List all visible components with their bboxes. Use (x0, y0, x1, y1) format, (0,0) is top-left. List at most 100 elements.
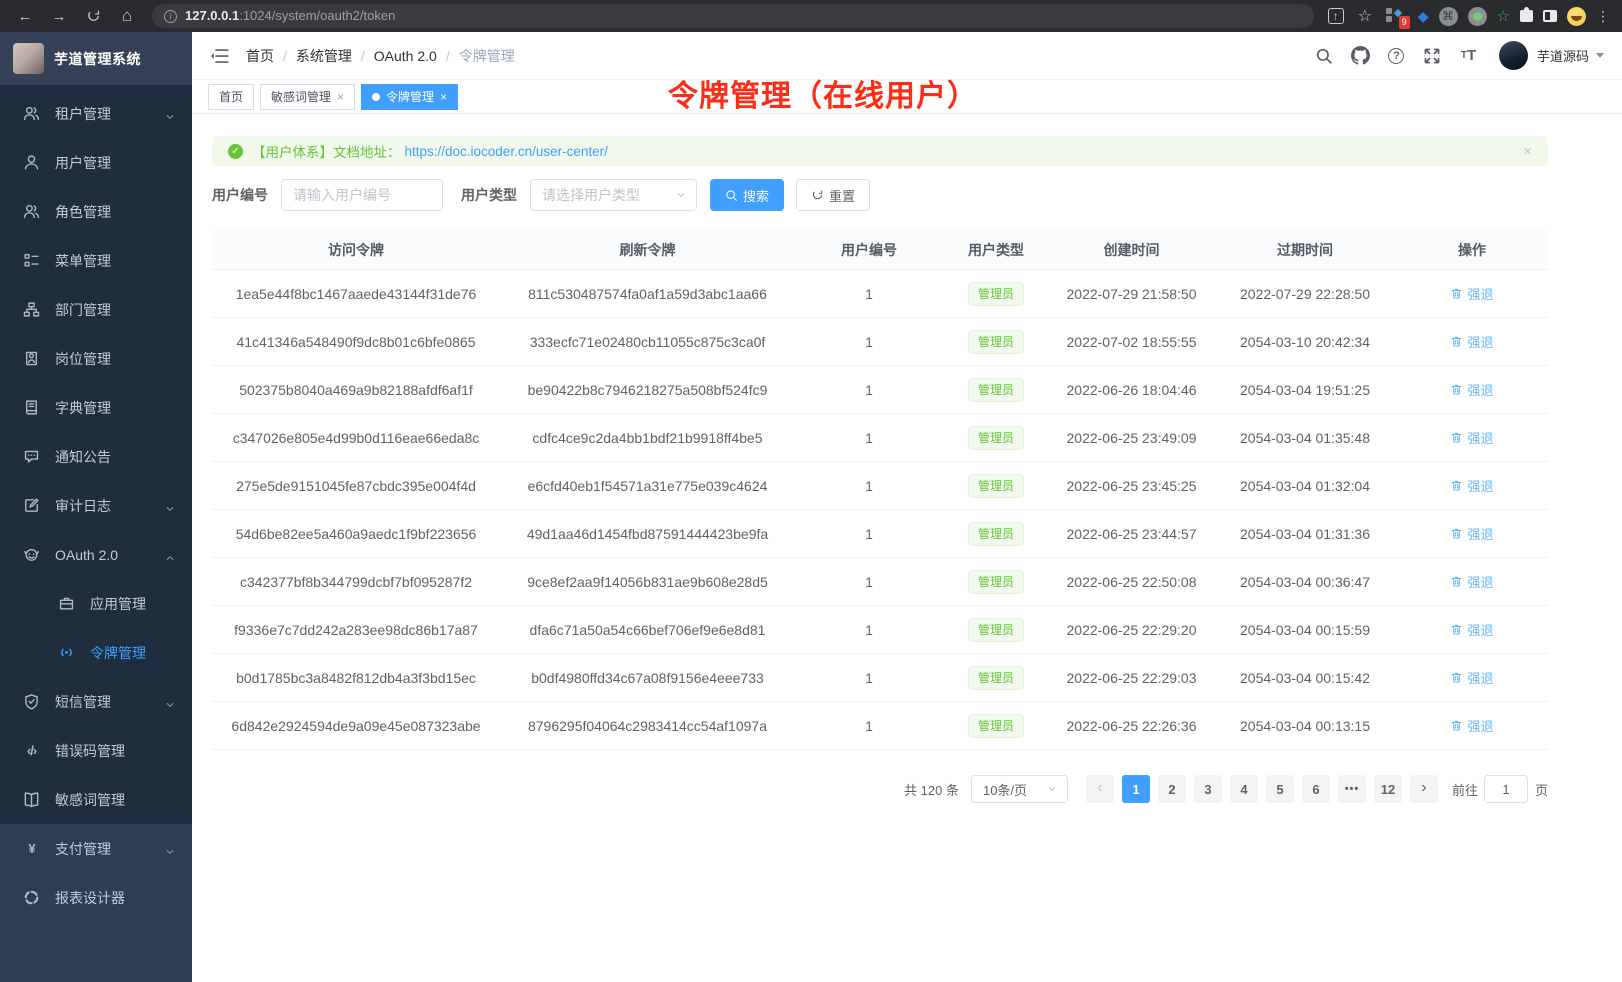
next-page-button[interactable]: › (1410, 775, 1438, 803)
expire-time-cell: 2054-03-04 19:51:25 (1214, 382, 1396, 398)
tab-敏感词管理[interactable]: 敏感词管理× (260, 84, 355, 110)
page-ellipsis[interactable]: ••• (1338, 775, 1366, 803)
sidebar-item-pay[interactable]: ¥支付管理 (0, 824, 192, 873)
profile-avatar-icon[interactable] (1567, 7, 1586, 26)
reset-refresh-icon (811, 189, 824, 202)
fullscreen-icon[interactable] (1423, 46, 1442, 65)
tab-close-icon[interactable]: × (440, 91, 447, 103)
force-logout-button[interactable]: 强退 (1450, 380, 1493, 399)
sidebar-item-post[interactable]: 岗位管理 (0, 334, 192, 383)
force-logout-button[interactable]: 强退 (1450, 668, 1493, 687)
search-button[interactable]: 搜索 (710, 179, 784, 211)
star-extension-icon[interactable]: ☆ (1497, 7, 1510, 25)
table-row: 1ea5e44f8bc1467aaede43144f31de76811c5304… (212, 270, 1548, 318)
sidebar-item-user[interactable]: 用户管理 (0, 138, 192, 187)
alert-close-icon[interactable]: × (1523, 143, 1532, 160)
tab-令牌管理[interactable]: 令牌管理× (361, 84, 458, 110)
user-id-input[interactable] (281, 179, 443, 211)
browser-home-button[interactable]: ⌂ (112, 3, 142, 29)
user-avatar[interactable] (1499, 41, 1528, 70)
annotation-text: 令牌管理（在线用户） (668, 71, 978, 115)
user-menu-caret-icon[interactable] (1596, 53, 1604, 62)
browser-reload-button[interactable] (78, 3, 108, 29)
font-size-icon[interactable]: TT (1459, 46, 1478, 65)
sidebar-item-tenant[interactable]: 租户管理 (0, 89, 192, 138)
sidebar-item-menu[interactable]: 菜单管理 (0, 236, 192, 285)
breadcrumb-item[interactable]: 首页 (246, 46, 274, 66)
page-size-select[interactable]: 10条/页 (971, 775, 1068, 803)
tab-close-icon[interactable]: × (337, 91, 344, 103)
force-logout-button[interactable]: 强退 (1450, 476, 1493, 495)
app-title: 芋道管理系统 (54, 49, 141, 69)
sidebar-item-role[interactable]: 角色管理 (0, 187, 192, 236)
github-icon[interactable] (1351, 46, 1370, 65)
force-logout-button[interactable]: 强退 (1450, 572, 1493, 591)
recorder-extension-icon[interactable] (1468, 7, 1487, 26)
column-header: 访问令牌 (212, 240, 500, 260)
page-button-6[interactable]: 6 (1302, 775, 1330, 803)
sidebar-item-sensitive-word[interactable]: 敏感词管理 (0, 775, 192, 824)
side-panel-icon[interactable] (1543, 10, 1557, 22)
doc-link[interactable]: https://doc.iocoder.cn/user-center/ (405, 144, 608, 159)
page-button-5[interactable]: 5 (1266, 775, 1294, 803)
sidebar-item-sms[interactable]: 短信管理 (0, 677, 192, 726)
sidebar-item-oauth2-token[interactable]: 令牌管理 (0, 628, 192, 677)
user-type-badge: 管理员 (968, 282, 1024, 306)
prev-page-button[interactable]: ‹ (1086, 775, 1114, 803)
page-button-1[interactable]: 1 (1122, 775, 1150, 803)
search-icon[interactable] (1315, 46, 1334, 65)
command-extension-icon[interactable]: ⌘ (1439, 7, 1458, 26)
browser-url-bar[interactable]: i 127.0.0.1:1024/system/oauth2/token (152, 4, 1314, 28)
extensions-puzzle-icon[interactable] (1520, 10, 1533, 22)
sidebar-item-audit-log[interactable]: 审计日志 (0, 481, 192, 530)
tab-label: 首页 (219, 88, 243, 105)
sidebar-item-oauth2[interactable]: OAuth 2.0 (0, 530, 192, 579)
help-icon[interactable]: ? (1387, 46, 1406, 65)
dict-icon (23, 399, 40, 416)
force-logout-button[interactable]: 强退 (1450, 428, 1493, 447)
sidebar-item-label: OAuth 2.0 (55, 547, 164, 563)
page-button-3[interactable]: 3 (1194, 775, 1222, 803)
force-logout-button[interactable]: 强退 (1450, 332, 1493, 351)
audit-icon (23, 497, 40, 514)
browser-back-button[interactable]: ← (10, 3, 40, 29)
bookmark-star-icon[interactable]: ☆ (1354, 3, 1376, 29)
action-cell: 强退 (1396, 524, 1548, 543)
refresh-token-cell: 811c530487574fa0af1a59d3abc1aa66 (500, 286, 795, 302)
force-logout-button[interactable]: 强退 (1450, 620, 1493, 639)
extension-badge-icon[interactable]: ◆9 (1386, 6, 1408, 26)
sidebar-item-notice[interactable]: 通知公告 (0, 432, 192, 481)
sidebar-collapse-button[interactable] (210, 46, 230, 66)
page-button-4[interactable]: 4 (1230, 775, 1258, 803)
breadcrumb-item: 令牌管理 (459, 46, 515, 66)
breadcrumb-item[interactable]: 系统管理 (296, 46, 352, 66)
sidebar-item-error-code[interactable]: ‹/›错误码管理 (0, 726, 192, 775)
sidebar-item-label: 字典管理 (55, 398, 176, 418)
breadcrumb-item[interactable]: OAuth 2.0 (374, 48, 437, 64)
page-button-2[interactable]: 2 (1158, 775, 1186, 803)
gem-extension-icon[interactable]: ◆ (1418, 8, 1429, 25)
site-info-icon[interactable]: i (164, 10, 177, 23)
access-token-cell: c347026e805e4d99b0d116eae66eda8c (212, 430, 500, 446)
reset-button[interactable]: 重置 (796, 179, 870, 211)
sidebar-item-dict[interactable]: 字典管理 (0, 383, 192, 432)
user-id-cell: 1 (795, 622, 943, 638)
sidebar-item-label: 应用管理 (90, 594, 176, 614)
goto-page-input[interactable] (1484, 775, 1528, 803)
sidebar-item-dept[interactable]: 部门管理 (0, 285, 192, 334)
browser-menu-icon[interactable]: ⋮ (1596, 8, 1610, 25)
force-logout-button[interactable]: 强退 (1450, 524, 1493, 543)
user-type-select[interactable]: 请选择用户类型 (530, 179, 697, 211)
user-type-badge: 管理员 (968, 570, 1024, 594)
sidebar-item-report[interactable]: 报表设计器 (0, 873, 192, 922)
action-cell: 强退 (1396, 572, 1548, 591)
force-logout-button[interactable]: 强退 (1450, 284, 1493, 303)
tab-首页[interactable]: 首页 (208, 84, 254, 110)
page-button-12[interactable]: 12 (1374, 775, 1402, 803)
user-type-badge: 管理员 (968, 426, 1024, 450)
browser-forward-button[interactable]: → (44, 3, 74, 29)
force-logout-button[interactable]: 强退 (1450, 716, 1493, 735)
sidebar-item-oauth2-app[interactable]: 应用管理 (0, 579, 192, 628)
force-logout-label: 强退 (1467, 524, 1493, 543)
share-icon[interactable]: ↑ (1328, 8, 1344, 24)
